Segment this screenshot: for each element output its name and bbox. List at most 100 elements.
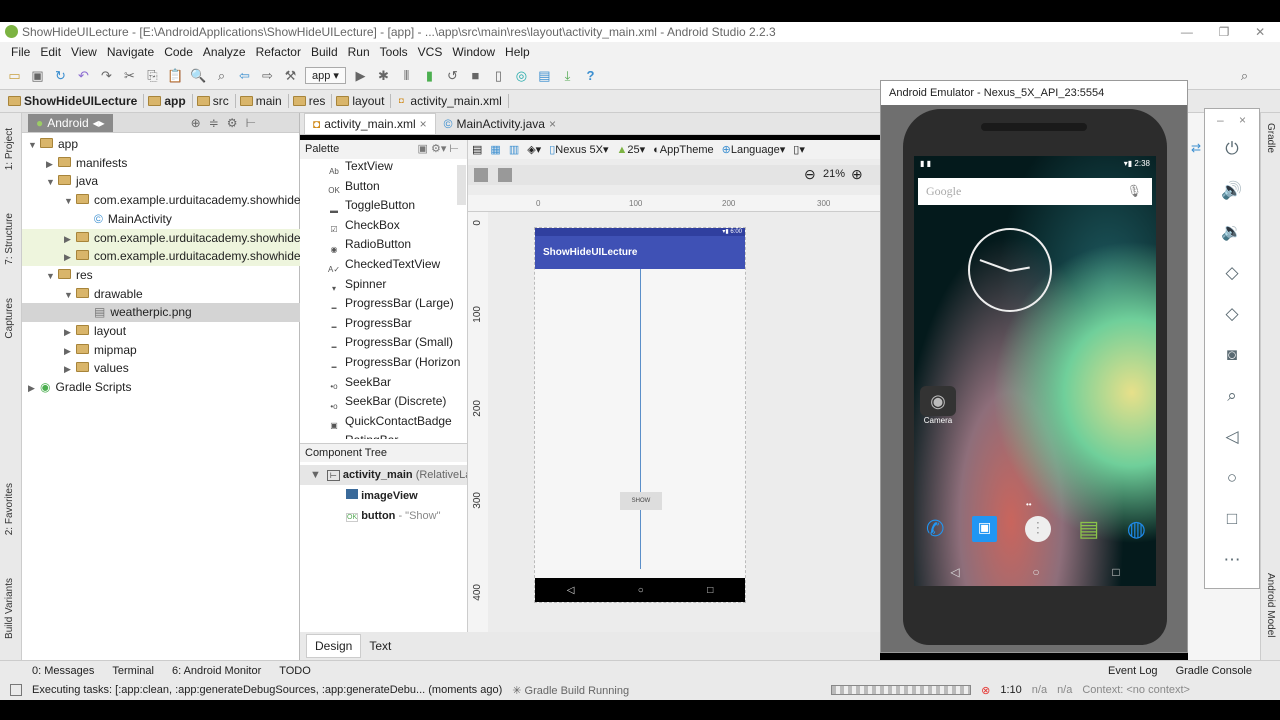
palette-item[interactable]: •o SeekBar	[328, 373, 391, 392]
tree-item[interactable]: ▼ res	[22, 266, 300, 285]
menu-analyze[interactable]: Analyze	[198, 42, 251, 62]
minimize-emulator-button[interactable]: –	[1217, 113, 1224, 127]
palette-item[interactable]: OK Button	[328, 177, 379, 196]
tool-favorites[interactable]: 2: Favorites	[4, 483, 15, 535]
android-monitor-icon[interactable]: ⤓	[559, 67, 576, 84]
palette-item[interactable]: ━ ProgressBar (Small)	[328, 333, 453, 352]
close-tab-icon[interactable]: ×	[549, 117, 556, 131]
tree-item[interactable]: ▤ weatherpic.png	[22, 303, 300, 323]
tree-item[interactable]: ▶ manifests	[22, 154, 300, 173]
tool-event-log[interactable]: Event Log	[1108, 665, 1158, 677]
copy-icon[interactable]: ⎘	[144, 67, 161, 84]
device-select[interactable]: ▯Nexus 5X▾	[549, 143, 608, 156]
minimize-button[interactable]: —	[1181, 22, 1193, 42]
stop-icon[interactable]: ■	[467, 67, 484, 84]
breadcrumb-res[interactable]: res	[292, 94, 333, 108]
swap-icon[interactable]: ⇄	[1191, 141, 1201, 155]
apply-changes-icon[interactable]: ▮	[421, 67, 438, 84]
volume-down-icon[interactable]: 🔉	[1205, 222, 1259, 242]
palette-item[interactable]: Ab TextView	[328, 159, 393, 176]
expand-arrow-icon[interactable]: ▶	[64, 360, 76, 378]
palette-item[interactable]: ◉ RadioButton	[328, 235, 412, 254]
build-hammer-icon[interactable]: ⚒	[282, 67, 299, 84]
tool-captures[interactable]: Captures	[4, 298, 15, 339]
collapse-arrow-icon[interactable]: ▼	[64, 192, 76, 210]
messaging-app-icon[interactable]: ▤	[1078, 516, 1099, 542]
menu-code[interactable]: Code	[159, 42, 198, 62]
tool-todo[interactable]: TODO	[279, 665, 311, 677]
close-emulator-button[interactable]: ×	[1239, 113, 1246, 127]
camera-app[interactable]: ◉ Camera	[920, 386, 956, 425]
screenshot-camera-icon[interactable]: ◙	[1205, 345, 1259, 365]
tab-design[interactable]: Design	[306, 634, 362, 658]
close-tab-icon[interactable]: ×	[420, 117, 427, 131]
undo-icon[interactable]: ↶	[75, 67, 92, 84]
project-view-select[interactable]: ● Android ◂▸	[28, 113, 113, 132]
overview-icon[interactable]: □	[1205, 509, 1259, 529]
browser-app-icon[interactable]: ◍	[1127, 516, 1146, 542]
menu-file[interactable]: File	[6, 42, 35, 62]
paste-icon[interactable]: 📋	[167, 67, 184, 84]
debug-icon[interactable]: ✱	[375, 67, 392, 84]
palette-item[interactable]: •o SeekBar (Discrete)	[328, 392, 446, 411]
breadcrumb-layout[interactable]: layout	[336, 94, 392, 108]
palette-item[interactable]: ━ ProgressBar (Horizontal)	[328, 353, 460, 372]
palette-item[interactable]: ━ ProgressBar (Large)	[328, 294, 454, 313]
breadcrumb-main[interactable]: main	[239, 94, 289, 108]
palette-item[interactable]: ━ ProgressBar	[328, 314, 412, 333]
api-select[interactable]: ▲25▾	[616, 143, 645, 156]
blueprint-mode-icon[interactable]: ▦	[490, 143, 500, 156]
menu-build[interactable]: Build	[306, 42, 343, 62]
palette-item[interactable]: ★ RatingBar	[328, 431, 398, 439]
tool-android-monitor[interactable]: 6: Android Monitor	[172, 665, 261, 677]
analog-clock-widget[interactable]	[968, 228, 1052, 312]
breadcrumb-app[interactable]: app	[148, 94, 193, 108]
menu-tools[interactable]: Tools	[375, 42, 413, 62]
breadcrumb-src[interactable]: src	[196, 94, 236, 108]
tree-item[interactable]: ▶ ◉ Gradle Scripts	[22, 378, 300, 397]
component-button[interactable]: OK button - "Show"	[346, 506, 441, 526]
settings-gear-icon[interactable]: ⚙	[227, 116, 238, 130]
caret-position[interactable]: 1:10	[1000, 684, 1021, 696]
forward-icon[interactable]: ⇨	[259, 67, 276, 84]
layout-variants-icon[interactable]: ▯▾	[793, 143, 805, 156]
app-drawer-icon[interactable]: ⋮	[1024, 516, 1051, 542]
collapse-arrow-icon[interactable]: ▼	[46, 267, 58, 285]
menu-window[interactable]: Window	[447, 42, 500, 62]
save-icon[interactable]: ▣	[29, 67, 46, 84]
sdk-manager-icon[interactable]: ◎	[513, 67, 530, 84]
tree-item[interactable]: ▶ values	[22, 359, 300, 378]
toggle-tool-windows-icon[interactable]	[10, 684, 22, 696]
orientation-icon[interactable]: ◈▾	[527, 143, 541, 156]
find-icon[interactable]: 🔍	[190, 67, 207, 84]
menu-refactor[interactable]: Refactor	[251, 42, 306, 62]
avd-manager-icon[interactable]: ▯	[490, 67, 507, 84]
expand-arrow-icon[interactable]: ▶	[46, 155, 58, 173]
redo-icon[interactable]: ↷	[98, 67, 115, 84]
run-config-select[interactable]: app ▾	[305, 67, 346, 84]
palette-item[interactable]: ▣ QuickContactBadge	[328, 412, 452, 431]
expand-arrow-icon[interactable]: ▶	[64, 248, 76, 266]
collapse-arrow-icon[interactable]: ▼	[46, 173, 58, 191]
volume-up-icon[interactable]: 🔊	[1205, 181, 1259, 201]
breadcrumb-project[interactable]: ShowHideUILecture	[8, 94, 145, 108]
power-icon[interactable]: ⏻	[1205, 139, 1259, 159]
attach-debugger-icon[interactable]: ⫴	[398, 67, 415, 84]
restore-button[interactable]: ❐	[1219, 22, 1230, 42]
tab-activity-main-xml[interactable]: ◘ activity_main.xml ×	[304, 113, 436, 134]
mic-icon[interactable]: 🎙	[1127, 178, 1142, 205]
both-mode-icon[interactable]: ▥	[509, 143, 519, 156]
google-search-bar[interactable]: Google 🎙	[918, 178, 1152, 205]
tree-item[interactable]: ▼ com.example.urduitacademy.showhideu	[22, 191, 300, 210]
tool-project[interactable]: 1: Project	[4, 128, 15, 170]
restart-icon[interactable]: ↺	[444, 67, 461, 84]
menu-navigate[interactable]: Navigate	[102, 42, 159, 62]
run-icon[interactable]: ▶	[352, 67, 369, 84]
back-icon[interactable]: ⇦	[236, 67, 253, 84]
menu-vcs[interactable]: VCS	[413, 42, 448, 62]
language-select[interactable]: ⊕Language▾	[722, 143, 786, 156]
palette-item[interactable]: A✓ CheckedTextView	[328, 255, 440, 274]
more-icon[interactable]: ⋯	[1205, 550, 1259, 570]
phone-app-icon[interactable]: ✆	[926, 516, 944, 542]
help-icon[interactable]: ?	[582, 67, 599, 84]
